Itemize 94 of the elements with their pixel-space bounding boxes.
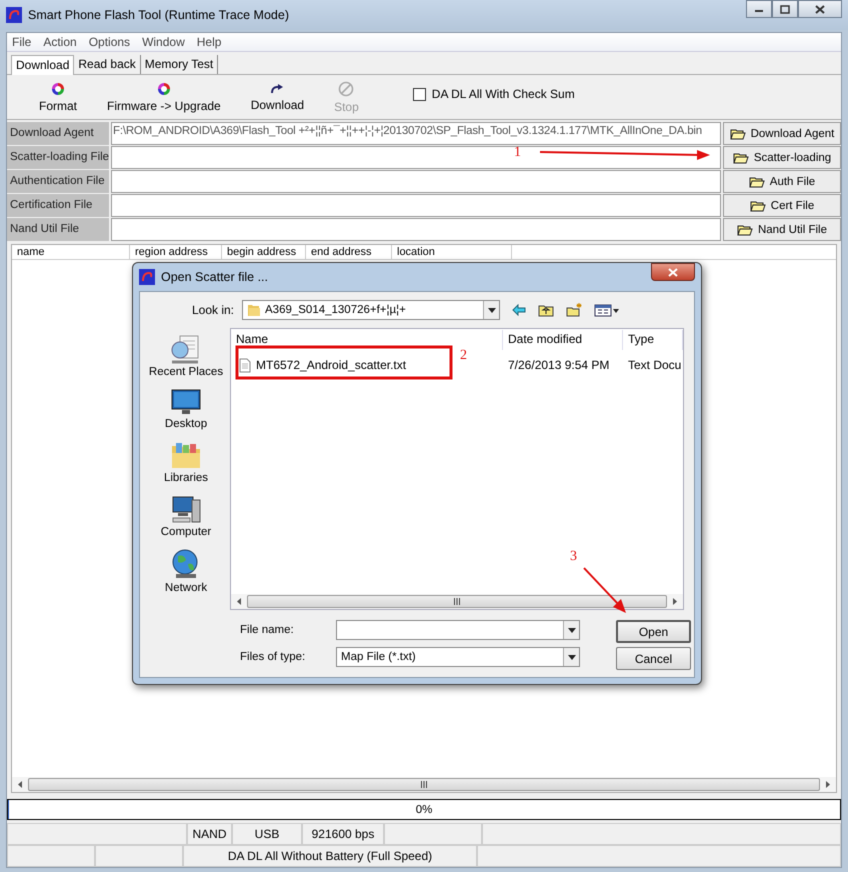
browse-button[interactable]: Scatter-loading xyxy=(723,146,841,169)
folder-icon xyxy=(732,152,749,164)
grip-icon xyxy=(420,781,428,788)
folder-icon xyxy=(748,176,765,188)
tab[interactable]: Read back xyxy=(74,55,141,74)
grip-icon xyxy=(453,598,461,605)
close-button[interactable] xyxy=(798,0,842,18)
scroll-thumb[interactable] xyxy=(28,778,820,791)
dialog-button[interactable]: Cancel xyxy=(616,647,691,670)
app-icon xyxy=(6,7,22,23)
column-header[interactable]: end address xyxy=(306,245,392,259)
close-icon xyxy=(815,4,825,14)
annotation-number: 3 xyxy=(570,549,577,565)
file-name-field[interactable] xyxy=(336,620,580,640)
path-field[interactable] xyxy=(111,194,721,217)
browse-button[interactable]: Nand Util File xyxy=(723,218,841,241)
curved-arrow-icon xyxy=(270,82,284,94)
field-label: Look in: xyxy=(190,303,234,317)
file-type-dropdown[interactable]: Map File (*.txt) xyxy=(336,647,580,667)
computer-icon xyxy=(170,494,202,524)
recycle-icon xyxy=(51,82,65,96)
new-folder-icon[interactable] xyxy=(566,303,582,317)
maximize-button[interactable] xyxy=(772,0,798,18)
menu-item[interactable]: Help xyxy=(196,35,222,49)
field-label: Download Agent xyxy=(7,122,109,145)
monitor-icon xyxy=(170,388,202,416)
path-field[interactable]: F:\ROM_ANDROID\A369\Flash_Tool +²+¦¦ñ+¯+¦¦++¦-¦+¦20130702\SP_Flash_Tool_v3.1324.1.177\MTK_AllInOne_DA.bin xyxy=(111,122,721,145)
path-field[interactable] xyxy=(111,170,721,193)
column-header[interactable]: Type xyxy=(623,330,683,350)
field-label: Scatter-loading File xyxy=(7,146,109,169)
column-header[interactable]: Name xyxy=(231,330,503,350)
checksum-checkbox[interactable]: DA DL All With Check Sum xyxy=(412,87,575,101)
browse-button[interactable]: Download Agent xyxy=(723,122,841,145)
app-icon xyxy=(139,269,155,285)
menu-item[interactable]: Options xyxy=(88,35,130,49)
folder-icon xyxy=(750,200,766,212)
table-cell-text: 7/26/2013 9:54 PM xyxy=(507,358,610,372)
checkbox[interactable] xyxy=(412,88,426,100)
browse-button[interactable]: Auth File xyxy=(723,170,841,193)
minimize-button[interactable] xyxy=(746,0,772,18)
place-item[interactable]: Desktop xyxy=(146,388,226,430)
field-label: File name: xyxy=(240,624,295,636)
table-cell-text: Text Docu xyxy=(627,358,679,372)
browse-button[interactable]: Cert File xyxy=(723,194,841,217)
toolbar-button[interactable]: Format xyxy=(27,82,90,112)
path-field[interactable] xyxy=(111,218,721,241)
path-field[interactable] xyxy=(111,146,721,169)
menu-item[interactable]: Window xyxy=(142,35,185,49)
close-button[interactable] xyxy=(651,263,695,281)
view-menu-icon[interactable] xyxy=(594,304,620,316)
recycle-icon xyxy=(156,82,171,96)
status-text: NAND xyxy=(187,823,232,845)
field-label: Certification File xyxy=(7,194,109,217)
library-folder-icon xyxy=(170,440,202,470)
column-header[interactable]: location xyxy=(392,245,512,259)
status-text: USB xyxy=(232,823,302,845)
window-title: Smart Phone Flash Tool (Runtime Trace Mode) xyxy=(28,8,290,22)
column-header[interactable]: name xyxy=(12,245,130,259)
folder-icon xyxy=(247,303,261,317)
column-header[interactable]: region address xyxy=(130,245,222,259)
text-file-icon xyxy=(239,358,251,372)
status-text: 921600 bps xyxy=(302,823,384,845)
annotation-number: 1 xyxy=(514,145,521,161)
folder-dropdown[interactable]: A369_S014_130726+f+¦µ¦+ xyxy=(242,300,500,320)
dialog-button[interactable]: Open xyxy=(616,620,691,643)
horizontal-scrollbar[interactable] xyxy=(231,594,683,609)
field-label: Files of type: xyxy=(240,651,306,663)
field-label: Authentication File xyxy=(7,170,109,193)
menu-item[interactable]: File xyxy=(12,35,32,49)
tab[interactable]: Download xyxy=(11,55,74,75)
up-folder-icon[interactable] xyxy=(538,303,554,317)
progress-bar: 0% xyxy=(7,799,841,820)
menu-item[interactable]: Action xyxy=(43,35,77,49)
folder-icon xyxy=(730,128,746,140)
column-header[interactable]: Date modified xyxy=(503,330,623,350)
back-arrow-icon[interactable] xyxy=(512,304,526,316)
column-header[interactable]: begin address xyxy=(222,245,306,259)
tab[interactable]: Memory Test xyxy=(140,55,218,74)
horizontal-scrollbar[interactable] xyxy=(12,777,836,792)
annotation-arrow xyxy=(583,567,626,613)
toolbar-button[interactable]: Firmware -> Upgrade xyxy=(95,82,233,112)
status-text: DA DL All Without Battery (Full Speed) xyxy=(183,845,477,867)
maximize-icon xyxy=(780,4,790,14)
scroll-thumb[interactable] xyxy=(247,595,667,608)
toolbar-button[interactable]: Download xyxy=(238,82,316,112)
place-item[interactable]: Network xyxy=(146,548,226,594)
place-item[interactable]: Libraries xyxy=(146,440,226,484)
field-label: Nand Util File xyxy=(7,218,109,241)
folder-icon xyxy=(736,224,753,236)
dialog-title: Open Scatter file ... xyxy=(161,270,268,284)
stop-icon xyxy=(338,80,354,96)
place-item[interactable]: Recent Places xyxy=(146,334,226,378)
place-item[interactable]: Computer xyxy=(146,494,226,538)
close-icon xyxy=(668,268,678,276)
